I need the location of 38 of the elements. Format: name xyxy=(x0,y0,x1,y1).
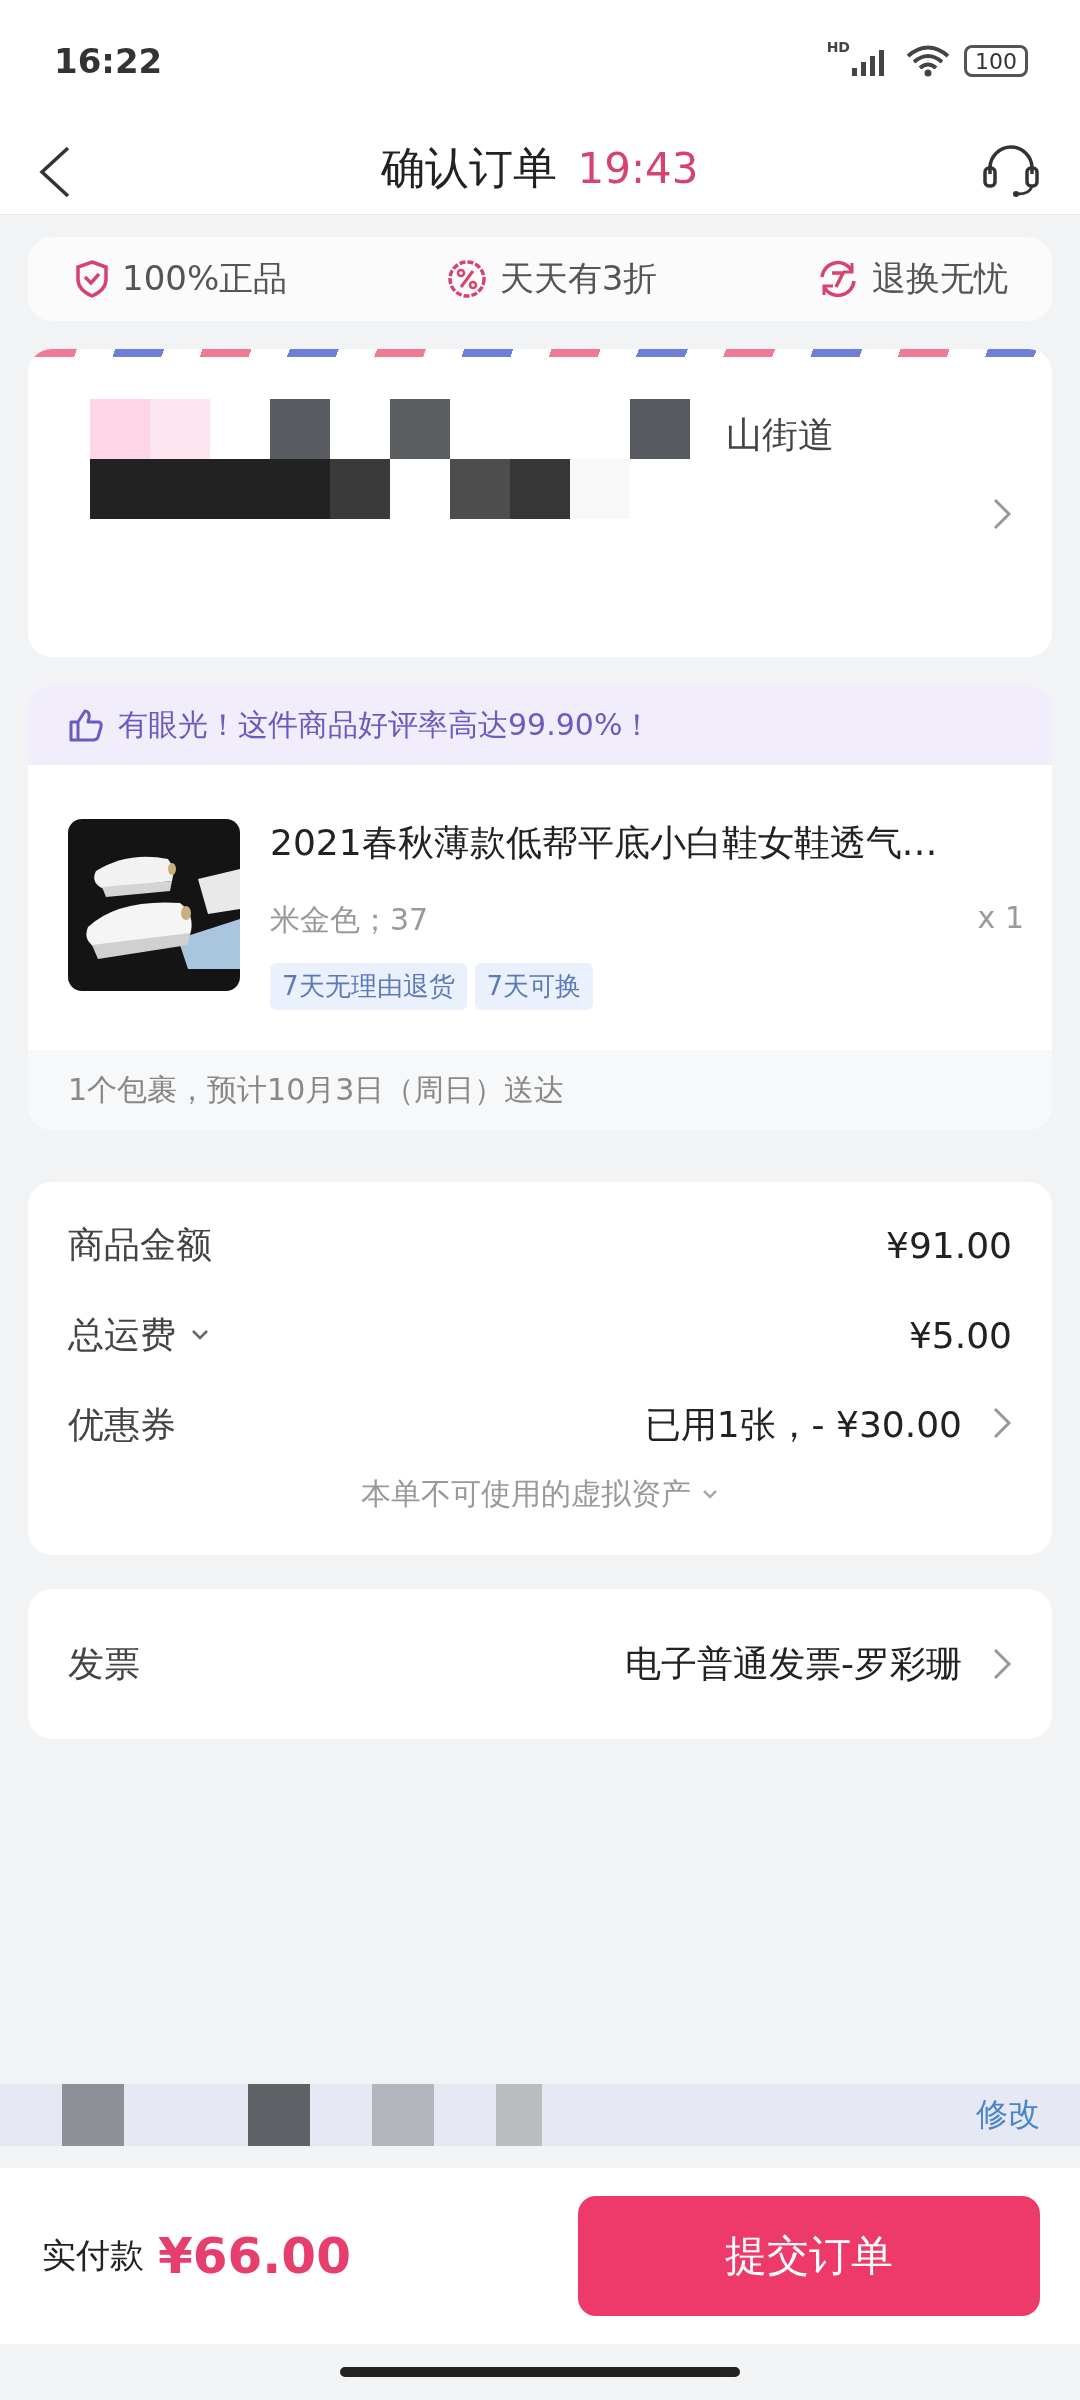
service-tag: 7天无理由退货 xyxy=(270,963,467,1010)
invoice-label: 发票 xyxy=(68,1641,140,1686)
praise-text: 有眼光！这件商品好评率高达99.90%！ xyxy=(118,705,653,744)
product-quantity: x 1 xyxy=(977,900,1024,937)
percent-badge-icon xyxy=(445,258,488,300)
total-amount: ¥66.00 xyxy=(158,2227,351,2285)
submit-order-button[interactable]: 提交订单 xyxy=(578,2196,1040,2316)
countdown-timer: 19:43 xyxy=(577,143,699,193)
fee-value[interactable]: 已用1张，- ¥30.00 xyxy=(644,1400,962,1450)
chevron-right-icon xyxy=(992,1406,1012,1440)
guarantee-label: 天天有3折 xyxy=(499,257,658,300)
fee-label: 总运费 xyxy=(68,1312,176,1357)
product-spec: 米金色；37 xyxy=(270,901,429,939)
guarantee-label: 100%正品 xyxy=(122,257,288,300)
delivery-estimate: 1个包裹，预计10月3日（周日）送达 xyxy=(68,1070,565,1109)
chevron-right-icon xyxy=(992,1647,1012,1681)
chevron-down-icon[interactable] xyxy=(190,1328,210,1342)
fee-label: 商品金额 xyxy=(68,1222,212,1267)
wifi-icon xyxy=(906,45,950,77)
clock-time: 16:22 xyxy=(54,41,164,81)
total-label: 实付款 xyxy=(42,2234,144,2277)
product-title[interactable]: 2021春秋薄款低帮平底小白鞋女鞋透气… xyxy=(270,819,1024,868)
address-text: 山街道 xyxy=(726,413,834,457)
network-label: HD xyxy=(826,39,850,55)
battery-level: 100 xyxy=(964,45,1028,77)
service-tag: 7天可换 xyxy=(474,963,594,1010)
fee-label: 优惠券 xyxy=(68,1402,176,1447)
shield-check-icon xyxy=(74,259,110,299)
chevron-down-icon xyxy=(701,1488,719,1501)
guarantee-label: 退换无忧 xyxy=(872,257,1008,300)
thumbs-up-icon xyxy=(68,708,104,742)
back-icon[interactable] xyxy=(38,146,72,198)
chevron-right-icon xyxy=(992,497,1012,531)
invoice-value[interactable]: 电子普通发票-罗彩珊 xyxy=(625,1639,962,1689)
fee-value: ¥91.00 xyxy=(886,1224,1012,1266)
page-title: 确认订单 xyxy=(381,140,558,195)
headset-icon[interactable] xyxy=(982,144,1040,198)
fee-value: ¥5.00 xyxy=(908,1314,1012,1356)
